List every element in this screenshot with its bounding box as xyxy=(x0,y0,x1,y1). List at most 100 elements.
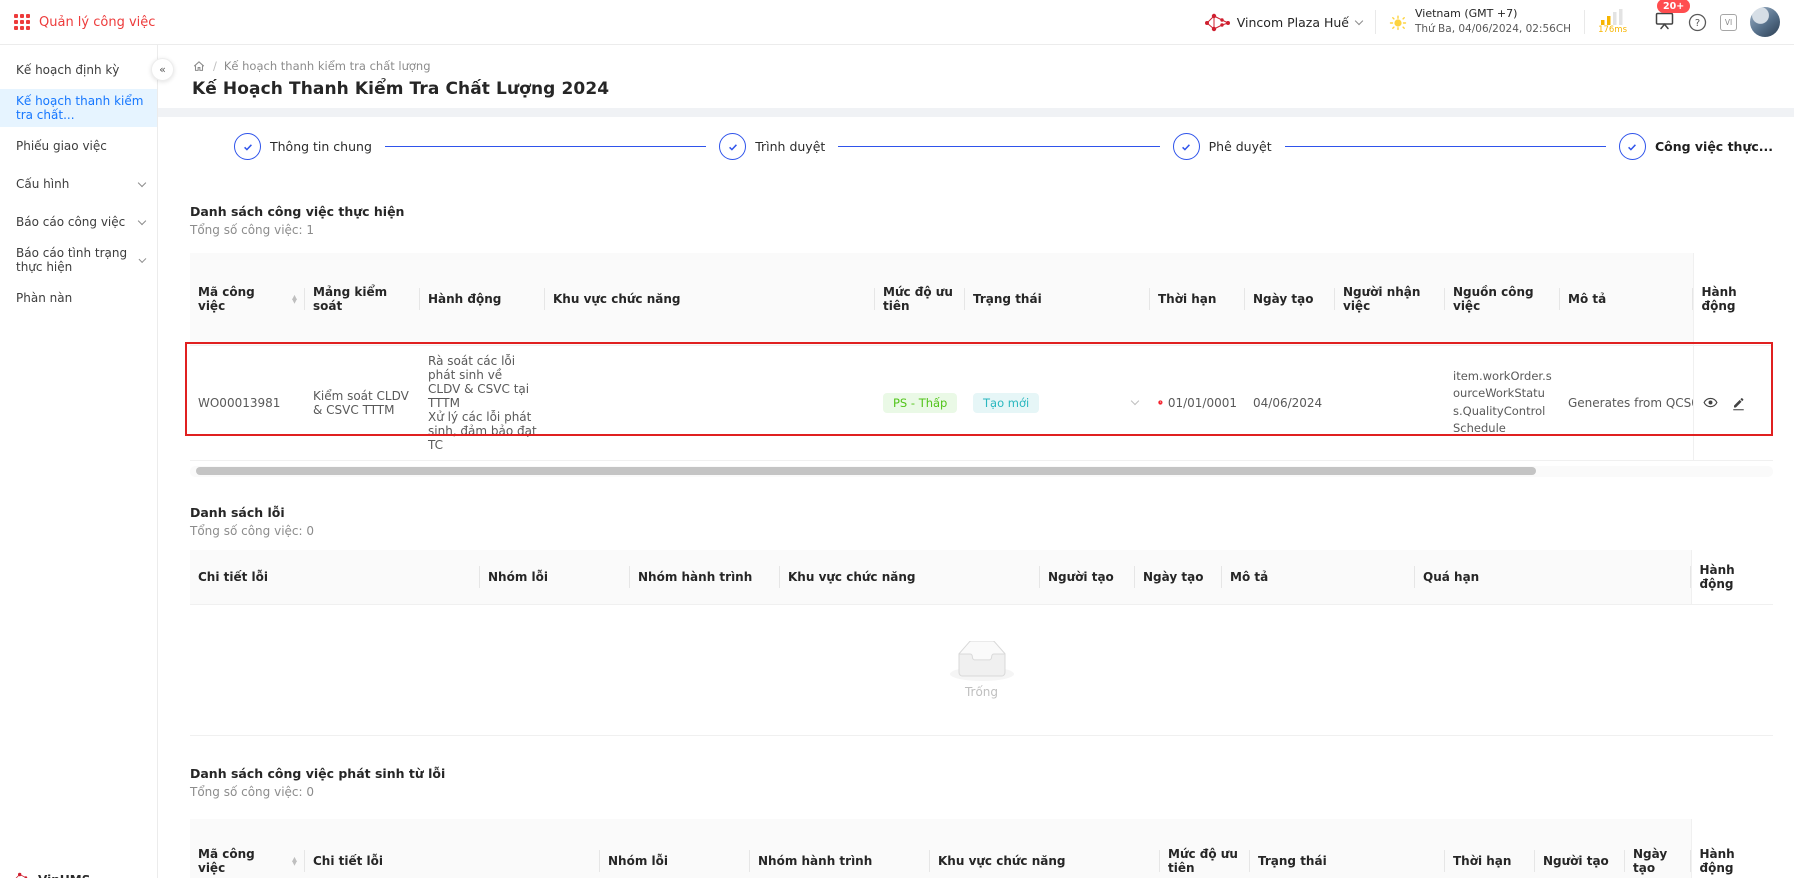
vinhms-logo-icon xyxy=(12,872,32,878)
column-header: Người tạo xyxy=(1535,819,1625,878)
column-header: Mã công việc ▲▼ xyxy=(190,819,305,878)
section-total: Tổng số công việc: 1 xyxy=(190,223,1784,237)
column-header: Nguồn công việc xyxy=(1445,253,1560,345)
work-table-row[interactable]: WO00013981 Kiểm soát CLDV & CSVC TTTM Rà… xyxy=(190,345,1773,460)
breadcrumb: / Kế hoạch thanh kiểm tra chất lượng xyxy=(192,59,1794,73)
section-work-list: Danh sách công việc thực hiện Tổng số cô… xyxy=(190,204,1784,477)
column-header: Thời hạn xyxy=(1150,253,1245,345)
cell-functional-area xyxy=(545,345,875,460)
cell-action-text: Rà soát các lỗi phát sinh về CLDV & CSVC… xyxy=(420,345,545,460)
org-name: Vincom Plaza Huế xyxy=(1237,15,1349,30)
column-header: Ngày tạo xyxy=(1625,819,1691,878)
column-header: Khu vực chức năng xyxy=(930,819,1160,878)
breadcrumb-current[interactable]: Kế hoạch thanh kiểm tra chất lượng xyxy=(224,59,431,73)
notifications-button[interactable]: 20+ xyxy=(1654,10,1675,34)
edit-button[interactable] xyxy=(1731,395,1746,411)
monitor-icon xyxy=(1654,10,1675,30)
app-header: Quản lý công việc xyxy=(14,14,155,30)
cell-description: Generates from QCS00013 xyxy=(1560,345,1693,460)
cell-assignee xyxy=(1335,345,1445,460)
column-header: Nhóm hành trình xyxy=(630,550,780,605)
home-icon[interactable] xyxy=(192,59,206,73)
sidebar-item-bao-cao-tinh-trang[interactable]: Báo cáo tình trạng thực hiện xyxy=(0,241,157,279)
vinhms-brand-text: VinHMS xyxy=(38,873,90,878)
column-header: Người tạo xyxy=(1040,550,1135,605)
column-header: Khu vực chức năng xyxy=(780,550,1040,605)
eye-icon xyxy=(1702,395,1719,410)
sidebar-item-phieu-giao-viec[interactable]: Phiếu giao việc xyxy=(0,127,157,165)
column-header: Chi tiết lỗi xyxy=(305,819,600,878)
breadcrumb-separator: / xyxy=(213,59,217,73)
step-thong-tin-chung[interactable]: Thông tin chung xyxy=(234,133,372,160)
view-button[interactable] xyxy=(1702,395,1719,410)
step-cong-viec-thuc-hien[interactable]: Công việc thực... xyxy=(1619,133,1773,160)
topbar: Quản lý công việc Vincom Plaza Huế Vietn… xyxy=(0,0,1794,45)
cell-actions xyxy=(1693,345,1773,460)
empty-state: Trống xyxy=(198,613,1765,727)
step-connector xyxy=(1285,146,1606,148)
work-table-header-row: Mã công việc ▲▼ Mảng kiểm soát Hành động… xyxy=(190,253,1773,345)
layout: Kế hoạch định kỳ Kế hoạch thanh kiểm tra… xyxy=(0,45,1794,878)
column-header-actions: Hành động xyxy=(1691,550,1773,605)
section-title: Danh sách công việc thực hiện xyxy=(190,204,1784,219)
notification-badge: 20+ xyxy=(1657,0,1690,13)
sort-icon[interactable]: ▲▼ xyxy=(292,295,297,303)
status-badge[interactable]: Tạo mới xyxy=(973,393,1039,413)
cell-control-area: Kiểm soát CLDV & CSVC TTTM xyxy=(305,345,420,460)
topbar-actions: Vincom Plaza Huế Vietnam (GMT +7) Thứ Ba… xyxy=(1204,6,1780,37)
sidebar-item-phan-nan[interactable]: Phàn nàn xyxy=(0,279,157,317)
step-phe-duyet[interactable]: Phê duyệt xyxy=(1173,133,1272,160)
empty-label: Trống xyxy=(965,685,998,699)
step-trinh-duyet[interactable]: Trình duyệt xyxy=(719,133,825,160)
main-content: / Kế hoạch thanh kiểm tra chất lượng Kế … xyxy=(158,45,1794,878)
cell-deadline: 01/01/0001 xyxy=(1150,345,1245,460)
column-header: Mảng kiểm soát xyxy=(305,253,420,345)
sun-icon xyxy=(1389,13,1407,31)
error-work-table-header-row: Mã công việc ▲▼ Chi tiết lỗi Nhóm lỗi Nh… xyxy=(190,819,1773,878)
section-total: Tổng số công việc: 0 xyxy=(190,785,1784,799)
column-header: Mã công việc ▲▼ xyxy=(190,253,305,345)
sidebar-item-ke-hoach-dinh-ky[interactable]: Kế hoạch định kỳ xyxy=(0,51,157,89)
column-header: Người nhận việc xyxy=(1335,253,1445,345)
page-title: Kế Hoạch Thanh Kiểm Tra Chất Lượng 2024 xyxy=(192,79,1794,99)
column-header: Nhóm hành trình xyxy=(750,819,930,878)
chevron-down-icon xyxy=(138,216,146,224)
divider xyxy=(1584,10,1585,34)
timezone-region: Vietnam (GMT +7) xyxy=(1415,6,1571,22)
app-launcher-icon[interactable] xyxy=(14,14,30,30)
scrollbar-thumb[interactable] xyxy=(196,467,1536,475)
page-head: / Kế hoạch thanh kiểm tra chất lượng Kế … xyxy=(158,45,1794,99)
column-header: Mức độ ưu tiên xyxy=(1160,819,1250,878)
sidebar-item-ke-hoach-thanh-kiem-tra[interactable]: Kế hoạch thanh kiểm tra chất... xyxy=(0,89,157,127)
language-switcher[interactable]: VI xyxy=(1720,14,1737,31)
work-table-wrap: Mã công việc ▲▼ Mảng kiểm soát Hành động… xyxy=(190,253,1773,477)
section-total: Tổng số công việc: 0 xyxy=(190,524,1784,538)
cell-code: WO00013981 xyxy=(190,345,305,460)
horizontal-scrollbar[interactable] xyxy=(190,466,1773,477)
column-header: Chi tiết lỗi xyxy=(190,550,480,605)
divider xyxy=(1375,10,1376,34)
column-header: Hành động xyxy=(420,253,545,345)
column-header: Ngày tạo xyxy=(1135,550,1222,605)
user-avatar[interactable] xyxy=(1750,7,1780,37)
column-header: Nhóm lỗi xyxy=(600,819,750,878)
sidebar-collapse-button[interactable]: « xyxy=(151,58,174,81)
column-header-actions: Hành động xyxy=(1691,819,1773,878)
chevron-down-icon xyxy=(1355,16,1363,24)
org-selector[interactable]: Vincom Plaza Huế xyxy=(1204,13,1362,32)
empty-row: Trống xyxy=(190,605,1773,736)
svg-text:?: ? xyxy=(1695,18,1700,29)
step-check-icon xyxy=(1173,133,1200,160)
latency-value: 176ms xyxy=(1598,26,1627,35)
sort-icon[interactable]: ▲▼ xyxy=(292,857,297,865)
sidebar-item-bao-cao-cong-viec[interactable]: Báo cáo công việc xyxy=(0,203,157,241)
status-dropdown-icon[interactable] xyxy=(1131,397,1139,405)
help-button[interactable]: ? xyxy=(1688,13,1707,32)
content-card: Thông tin chung Trình duyệt Phê duyệt xyxy=(174,117,1784,878)
error-table: Chi tiết lỗi Nhóm lỗi Nhóm hành trình Kh… xyxy=(190,550,1773,737)
section-error-list: Danh sách lỗi Tổng số công việc: 0 Chi t… xyxy=(190,505,1784,737)
sidebar-item-cau-hinh[interactable]: Cấu hình xyxy=(0,165,157,203)
timezone-datetime: Thứ Ba, 04/06/2024, 02:56CH xyxy=(1415,22,1571,37)
cell-status: Tạo mới xyxy=(965,345,1150,460)
error-work-table: Mã công việc ▲▼ Chi tiết lỗi Nhóm lỗi Nh… xyxy=(190,819,1773,878)
